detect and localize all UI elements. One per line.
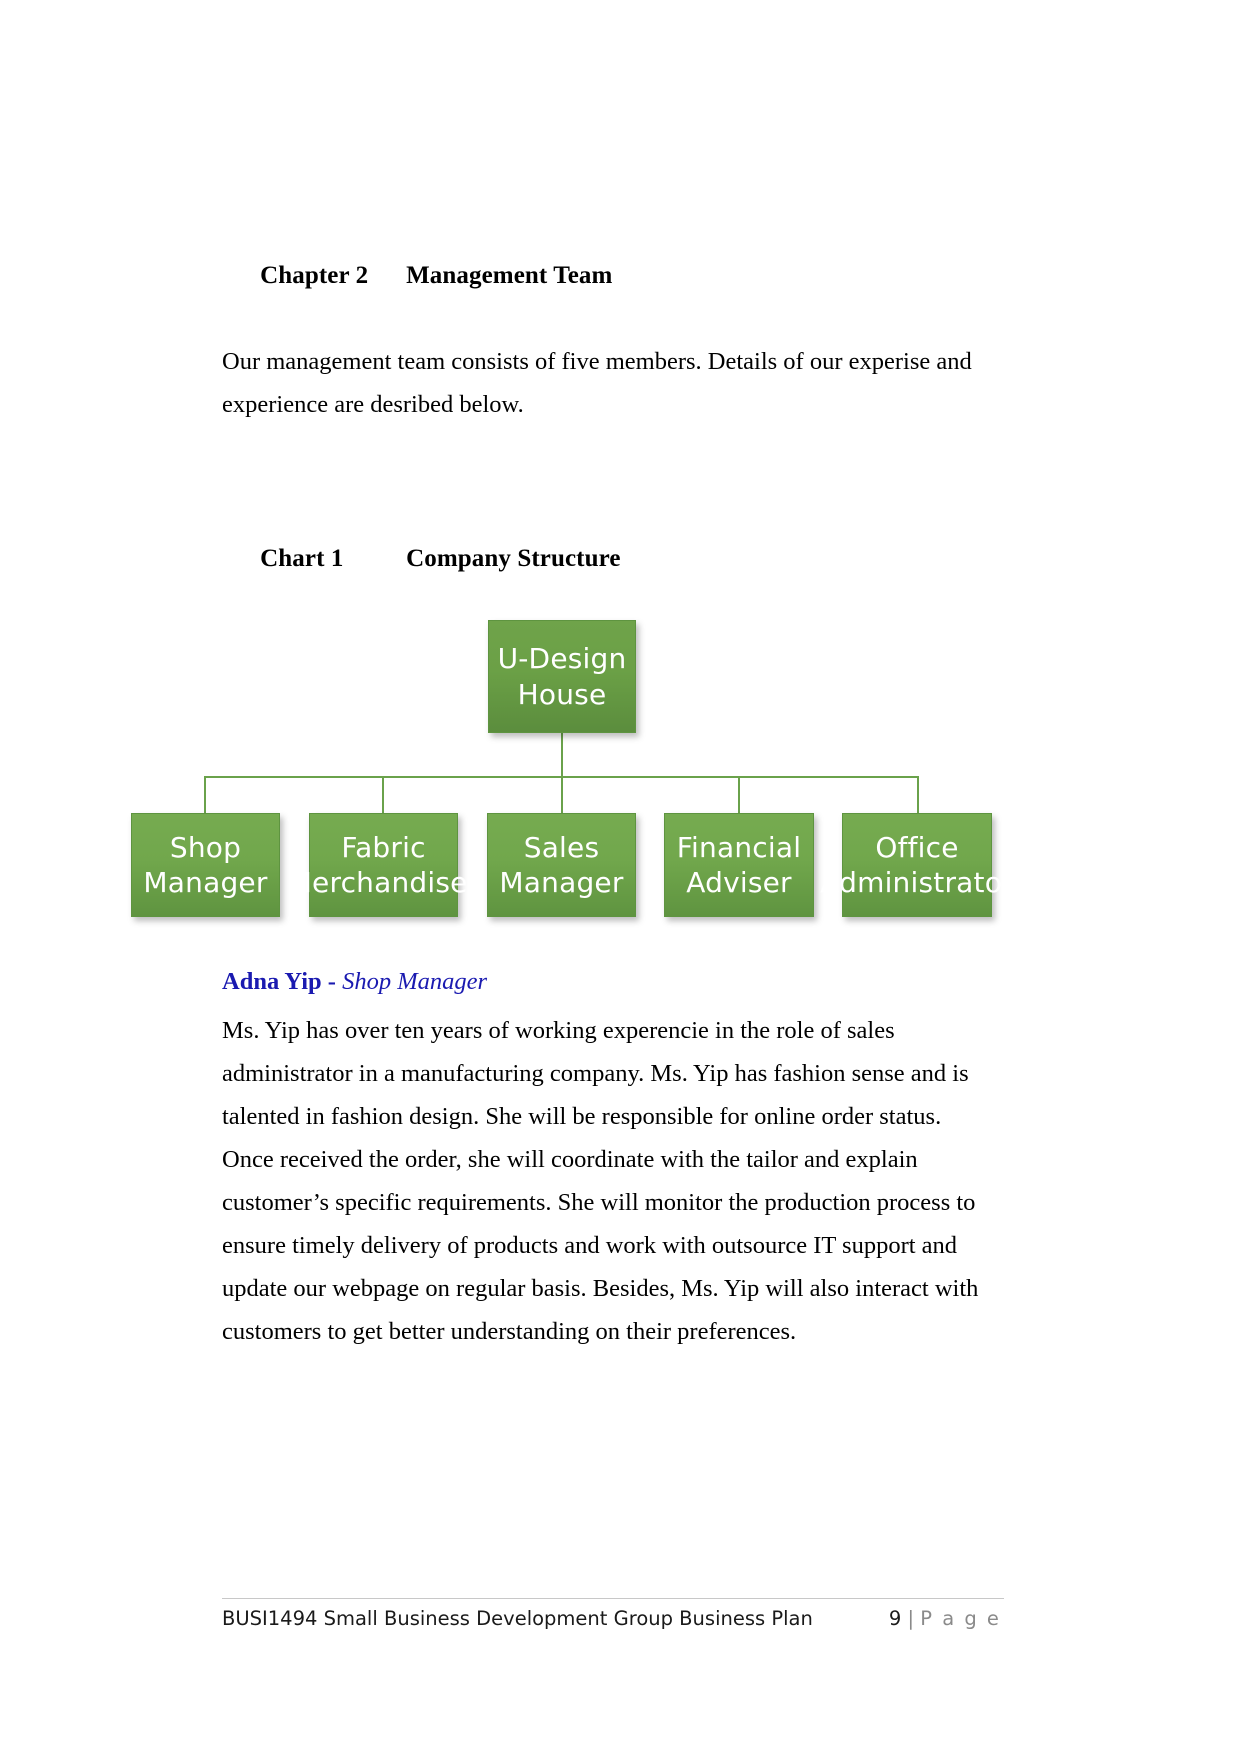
intro-paragraph: Our management team consists of five mem… bbox=[222, 348, 972, 419]
org-node-root: U-Design House bbox=[488, 620, 636, 733]
connector-child-1-vertical bbox=[382, 776, 384, 814]
footer-divider bbox=[222, 1598, 1004, 1599]
chart-heading-title: Company Structure bbox=[406, 545, 621, 572]
person-name: Adna Yip bbox=[222, 968, 322, 995]
footer-left-text: BUSI1494 Small Business Development Grou… bbox=[222, 1607, 813, 1630]
company-structure-org-chart: U-Design House Shop Manager Fabric Merch… bbox=[0, 620, 1241, 950]
connector-child-4-vertical bbox=[917, 776, 919, 814]
footer-page-word: P a g e bbox=[920, 1607, 1001, 1630]
footer-row: BUSI1494 Small Business Development Grou… bbox=[222, 1607, 1004, 1630]
org-node-financial-adviser: Financial Adviser bbox=[664, 813, 814, 917]
org-node-office-administrator: Office Administrator bbox=[820, 813, 1014, 917]
connector-child-3-vertical bbox=[738, 776, 740, 814]
chapter-heading-title: Management Team bbox=[406, 261, 613, 289]
connector-child-2-vertical bbox=[561, 776, 563, 814]
person-section: Adna Yip - Shop Manager Ms. Yip has over… bbox=[222, 965, 1004, 1353]
chart-heading: Chart 1 Company Structure bbox=[222, 508, 1004, 609]
person-role: Shop Manager bbox=[342, 968, 488, 995]
chapter-heading: Chapter 2 Management Team bbox=[222, 225, 1004, 326]
page-footer: BUSI1494 Small Business Development Grou… bbox=[222, 1598, 1004, 1630]
chapter-heading-label: Chapter 2 bbox=[260, 261, 369, 289]
connector-child-0-vertical bbox=[204, 776, 206, 814]
footer-page-separator: | bbox=[901, 1607, 921, 1630]
footer-page-indicator: 9 | P a g e bbox=[889, 1607, 1001, 1630]
person-heading: Adna Yip - Shop Manager bbox=[222, 965, 1004, 999]
document-page: Chapter 2 Management Team Our management … bbox=[0, 0, 1241, 1754]
org-node-sales-manager: Sales Manager bbox=[487, 813, 636, 917]
org-node-fabric-merchandiser: Fabric Merchandiser bbox=[288, 813, 479, 917]
chart-heading-label: Chart 1 bbox=[260, 545, 344, 572]
footer-page-number: 9 bbox=[888, 1607, 902, 1630]
page-content: Chapter 2 Management Team Our management … bbox=[222, 0, 1004, 610]
person-bio-paragraph: Ms. Yip has over ten years of working ex… bbox=[222, 1017, 979, 1346]
person-separator: - bbox=[321, 968, 343, 995]
connector-root-vertical bbox=[561, 733, 563, 777]
org-node-shop-manager: Shop Manager bbox=[131, 813, 280, 917]
